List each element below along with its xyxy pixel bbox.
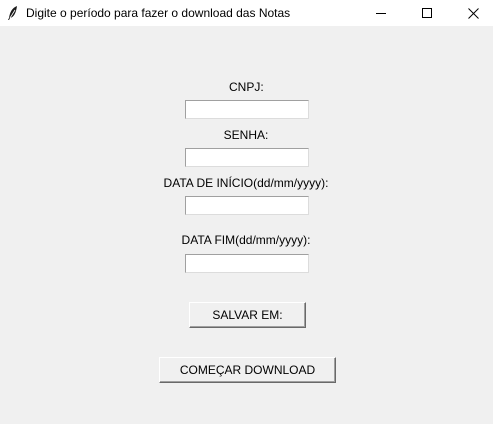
minimize-button[interactable] (358, 0, 404, 26)
data-fim-label: DATA FIM(dd/mm/yyyy): (181, 233, 311, 247)
cnpj-input[interactable] (185, 100, 309, 119)
data-inicio-input[interactable] (185, 196, 309, 215)
close-icon (467, 7, 479, 19)
window-title: Digite o período para fazer o download d… (26, 6, 291, 20)
data-fim-input[interactable] (185, 254, 309, 273)
senha-label: SENHA: (223, 128, 269, 142)
close-button[interactable] (450, 0, 493, 26)
maximize-button[interactable] (404, 0, 450, 26)
feather-icon (6, 5, 20, 21)
senha-input[interactable] (185, 148, 309, 167)
maximize-icon (422, 8, 432, 18)
minimize-icon (376, 13, 386, 14)
comecar-download-button[interactable]: COMEÇAR DOWNLOAD (159, 357, 336, 383)
cnpj-label: CNPJ: (229, 80, 264, 94)
title-bar[interactable]: Digite o período para fazer o download d… (0, 0, 493, 26)
salvar-em-button[interactable]: SALVAR EM: (189, 302, 306, 328)
data-inicio-label: DATA DE INÍCIO(dd/mm/yyyy): (163, 176, 329, 190)
